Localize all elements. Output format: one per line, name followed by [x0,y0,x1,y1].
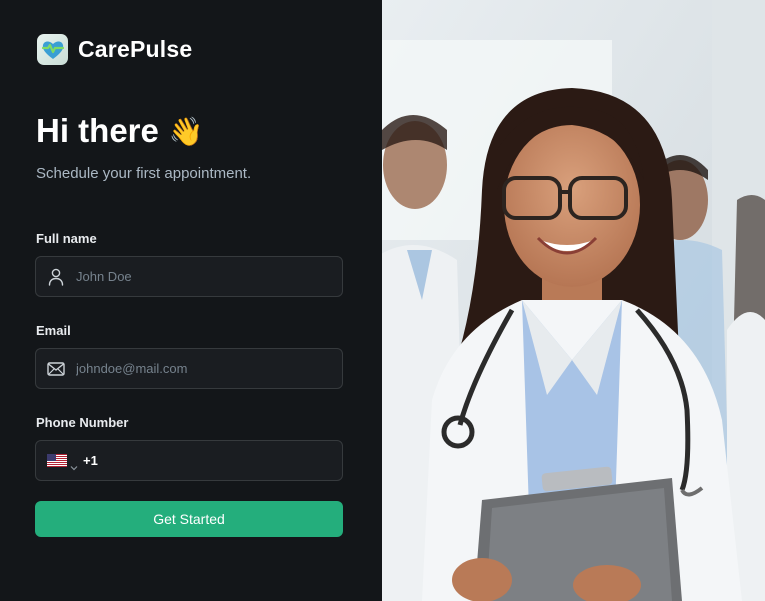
full-name-field[interactable] [35,256,343,297]
country-code: +1 [83,453,98,468]
get-started-button[interactable]: Get Started [35,501,343,537]
full-name-input[interactable] [76,269,316,284]
us-flag-icon[interactable] [47,454,67,467]
phone-input[interactable] [103,453,324,468]
phone-field[interactable]: +1 [35,440,343,481]
logo: CarePulse [37,34,192,65]
email-label: Email [36,323,71,338]
chevron-down-icon[interactable] [70,458,78,470]
page-subtitle: Schedule your first appointment. [36,165,252,182]
email-input[interactable] [76,361,316,376]
app-name: CarePulse [78,36,193,62]
page-title: Hi there 👋 [36,112,204,150]
user-icon [46,267,66,287]
waving-hand-icon: 👋 [168,115,204,147]
hero-image [382,0,765,601]
email-field[interactable] [35,348,343,389]
form-panel: CarePulse Hi there 👋 Schedule your first… [0,0,382,601]
carepulse-logo-icon [37,34,68,65]
mail-icon [46,359,66,379]
full-name-label: Full name [36,231,97,246]
doctor-photo-illustration [382,0,765,601]
title-text: Hi there [36,112,159,149]
phone-label: Phone Number [36,415,129,430]
